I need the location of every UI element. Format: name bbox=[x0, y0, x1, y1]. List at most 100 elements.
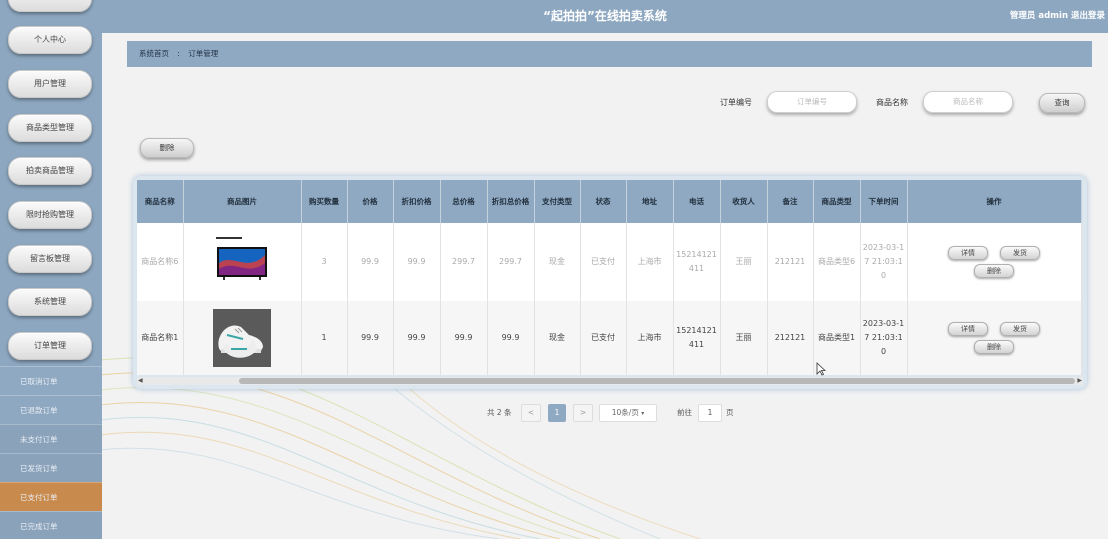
scroll-left-icon[interactable]: ◀ bbox=[138, 377, 143, 385]
cell-order-time: 2023-03-17 21:03:10 bbox=[860, 301, 908, 375]
cell-pay-type: 现金 bbox=[534, 223, 581, 301]
cell-receiver: 王丽 bbox=[720, 301, 768, 375]
app-title: “起拍拍”在线拍卖系统 bbox=[543, 9, 667, 23]
cell-status: 已支付 bbox=[580, 301, 627, 375]
cell-category: 商品类型6 bbox=[813, 223, 861, 301]
sub-item-refunded-orders[interactable]: 已退款订单 bbox=[0, 395, 102, 424]
cell-quantity: 1 bbox=[301, 301, 348, 375]
scroll-right-icon[interactable]: ▶ bbox=[1077, 377, 1082, 385]
cell-price: 99.9 bbox=[347, 223, 394, 301]
cell-address: 上海市 bbox=[626, 301, 674, 375]
tv-image bbox=[216, 237, 267, 280]
cell-product-image bbox=[183, 301, 302, 375]
ship-button[interactable]: 发货 bbox=[1000, 246, 1040, 260]
sub-item-shipped-orders[interactable]: 已发货订单 bbox=[0, 453, 102, 482]
page-size-select[interactable]: 10条/页 ▾ bbox=[599, 404, 657, 422]
sub-item-paid-orders[interactable]: 已支付订单 bbox=[0, 482, 102, 511]
scrollbar-thumb[interactable] bbox=[239, 378, 1075, 384]
cell-discount-total: 299.7 bbox=[487, 223, 535, 301]
page-1-button[interactable]: 1 bbox=[548, 404, 566, 422]
cell-pay-type: 现金 bbox=[534, 301, 581, 375]
col-header: 电话 bbox=[673, 180, 721, 223]
cell-product-name: 商品名称1 bbox=[137, 301, 184, 375]
cell-actions: 详情 发货 删除 bbox=[907, 223, 1082, 301]
order-table: 商品名称 商品图片 购买数量 价格 折扣价格 总价格 折扣总价格 支付类型 状态… bbox=[137, 180, 1082, 375]
sub-item-cancelled-orders[interactable]: 已取消订单 bbox=[0, 366, 102, 395]
col-header: 下单时间 bbox=[860, 180, 908, 223]
cell-product-image bbox=[183, 223, 302, 301]
col-header: 总价格 bbox=[440, 180, 488, 223]
goto-label: 前往 bbox=[677, 408, 692, 417]
detail-button[interactable]: 详情 bbox=[948, 246, 988, 260]
cell-total: 99.9 bbox=[440, 301, 488, 375]
cell-total: 299.7 bbox=[440, 223, 488, 301]
cell-discount-price: 99.9 bbox=[393, 301, 441, 375]
page-size-value: 10条/页 bbox=[611, 408, 639, 417]
sidebar-item-top[interactable] bbox=[8, 0, 92, 12]
cell-remark: 212121 bbox=[767, 223, 814, 301]
top-header: “起拍拍”在线拍卖系统 管理员 admin 退出登录 bbox=[102, 0, 1108, 33]
cell-receiver: 王丽 bbox=[720, 223, 768, 301]
sub-item-unpaid-orders[interactable]: 未支付订单 bbox=[0, 424, 102, 453]
order-no-input[interactable]: 订单编号 bbox=[767, 91, 857, 113]
sidebar-item-personal-center[interactable]: 个人中心 bbox=[8, 26, 92, 54]
col-header: 操作 bbox=[907, 180, 1082, 223]
sidebar-item-user-management[interactable]: 用户管理 bbox=[8, 70, 92, 98]
logout-link[interactable]: 退出登录 bbox=[1071, 0, 1105, 33]
order-table-card: 商品名称 商品图片 购买数量 价格 折扣价格 总价格 折扣总价格 支付类型 状态… bbox=[133, 176, 1087, 389]
breadcrumb-separator: : bbox=[177, 49, 180, 58]
cell-address: 上海市 bbox=[626, 223, 674, 301]
sub-item-completed-orders[interactable]: 已完成订单 bbox=[0, 511, 102, 539]
cell-product-name: 商品名称6 bbox=[137, 223, 184, 301]
detail-button[interactable]: 详情 bbox=[948, 322, 988, 336]
sidebar-item-auction-product-management[interactable]: 拍卖商品管理 bbox=[8, 157, 92, 185]
col-header: 价格 bbox=[347, 180, 394, 223]
shoe-image bbox=[213, 309, 271, 367]
cell-actions: 详情 发货 删除 bbox=[907, 301, 1082, 375]
breadcrumb-home[interactable]: 系统首页 bbox=[139, 41, 169, 67]
cell-price: 99.9 bbox=[347, 301, 394, 375]
cell-discount-price: 99.9 bbox=[393, 223, 441, 301]
col-header: 备注 bbox=[767, 180, 814, 223]
current-user: 管理员 admin bbox=[1009, 11, 1068, 21]
row-delete-button[interactable]: 删除 bbox=[974, 264, 1014, 278]
col-header: 状态 bbox=[580, 180, 627, 223]
sidebar-item-order-management[interactable]: 订单管理 bbox=[8, 332, 92, 360]
cell-phone: 15214121411 bbox=[673, 223, 721, 301]
sidebar-item-system-management[interactable]: 系统管理 bbox=[8, 288, 92, 316]
product-name-input[interactable]: 商品名称 bbox=[923, 91, 1013, 113]
goto-suffix: 页 bbox=[726, 408, 734, 417]
horizontal-scrollbar[interactable]: ◀ ▶ bbox=[137, 377, 1083, 385]
col-header: 支付类型 bbox=[534, 180, 581, 223]
goto-page-input[interactable]: 1 bbox=[698, 404, 722, 422]
prev-page-button[interactable]: < bbox=[521, 404, 541, 422]
cell-phone: 15214121411 bbox=[673, 301, 721, 375]
chevron-down-icon: ▾ bbox=[641, 410, 645, 417]
pagination-total: 共 2 条 bbox=[487, 408, 512, 417]
breadcrumb: 系统首页 : 订单管理 bbox=[127, 41, 1092, 67]
table-row[interactable]: 商品名称1 1 99.9 99.9 99.9 99.9 现金 已支付 上海市 1… bbox=[137, 301, 1082, 375]
row-delete-button[interactable]: 删除 bbox=[974, 340, 1014, 354]
delete-button[interactable]: 删除 bbox=[140, 138, 194, 158]
col-header: 商品名称 bbox=[137, 180, 184, 223]
cell-quantity: 3 bbox=[301, 223, 348, 301]
table-row[interactable]: 商品名称6 3 99.9 99.9 299.7 299.7 现金 已支付 上海市… bbox=[137, 223, 1082, 301]
sidebar-item-product-type-management[interactable]: 商品类型管理 bbox=[8, 114, 92, 142]
query-button[interactable]: 查询 bbox=[1039, 93, 1085, 113]
sidebar-item-flash-sale-management[interactable]: 限时抢购管理 bbox=[8, 201, 92, 229]
col-header: 收货人 bbox=[720, 180, 768, 223]
breadcrumb-current: 订单管理 bbox=[188, 49, 219, 58]
product-name-label: 商品名称 bbox=[876, 98, 908, 107]
ship-button[interactable]: 发货 bbox=[1000, 322, 1040, 336]
next-page-button[interactable]: > bbox=[573, 404, 593, 422]
col-header: 商品图片 bbox=[183, 180, 302, 223]
cell-order-time: 2023-03-17 21:03:10 bbox=[860, 223, 908, 301]
col-header: 地址 bbox=[626, 180, 674, 223]
order-no-label: 订单编号 bbox=[720, 98, 752, 107]
sidebar-item-message-board-management[interactable]: 留言板管理 bbox=[8, 245, 92, 273]
mouse-cursor-icon bbox=[816, 362, 826, 376]
cell-remark: 212121 bbox=[767, 301, 814, 375]
col-header: 购买数量 bbox=[301, 180, 348, 223]
col-header: 商品类型 bbox=[813, 180, 861, 223]
cell-discount-total: 99.9 bbox=[487, 301, 535, 375]
